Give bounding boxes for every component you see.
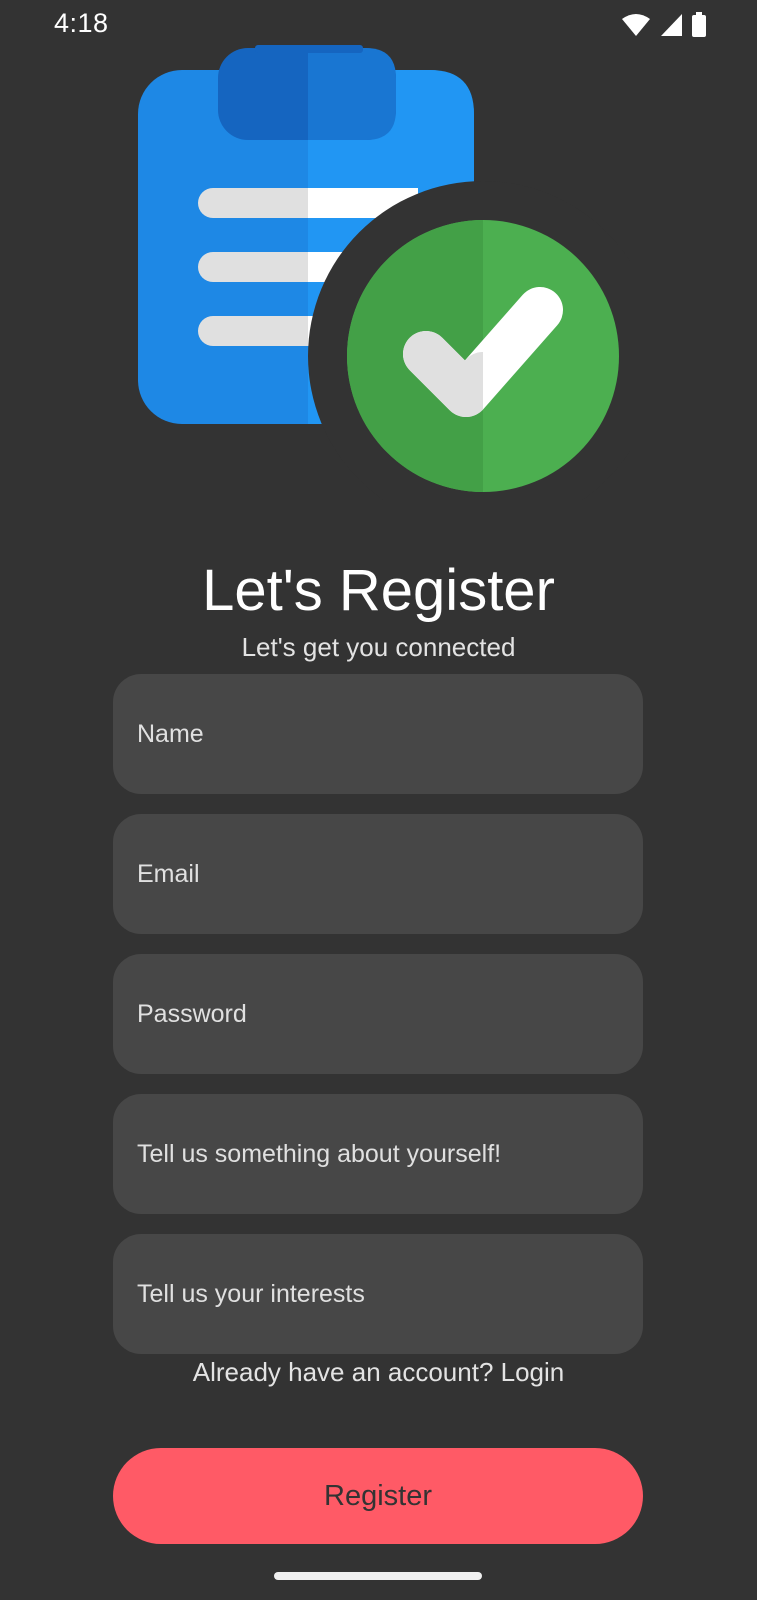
interests-input[interactable]: [135, 1278, 621, 1310]
name-input[interactable]: [135, 718, 621, 750]
password-input[interactable]: [135, 998, 621, 1030]
email-field[interactable]: [113, 814, 643, 934]
about-field[interactable]: [113, 1094, 643, 1214]
name-field[interactable]: [113, 674, 643, 794]
email-input[interactable]: [135, 858, 621, 890]
home-indicator[interactable]: [274, 1572, 482, 1580]
interests-field[interactable]: [113, 1234, 643, 1354]
battery-icon: [692, 12, 706, 37]
password-field[interactable]: [113, 954, 643, 1074]
status-icons: [621, 12, 707, 38]
register-button[interactable]: Register: [113, 1448, 643, 1544]
page-title: Let's Register: [202, 558, 555, 623]
clipboard-check-icon: [138, 45, 630, 500]
status-time: 4:18: [54, 8, 109, 38]
wifi-icon: [622, 14, 650, 36]
about-input[interactable]: [135, 1138, 621, 1170]
page-subtitle: Let's get you connected: [241, 632, 516, 662]
signal-icon: [661, 14, 682, 36]
login-link[interactable]: Already have an account? Login: [0, 1355, 757, 1389]
